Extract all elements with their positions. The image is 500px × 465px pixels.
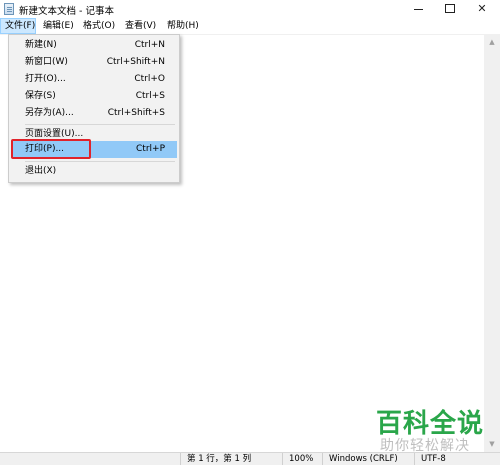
menu-item-label: 另存为(A)... <box>25 108 74 118</box>
menu-item-open[interactable]: 打开(O)... Ctrl+O <box>11 71 177 88</box>
file-dropdown-menu: 新建(N) Ctrl+N 新窗口(W) Ctrl+Shift+N 打开(O)..… <box>8 34 180 183</box>
title-bar: 新建文本文档 - 记事本 ✕ <box>0 0 500 18</box>
zoom-level: 100% <box>282 453 322 465</box>
menu-separator <box>25 161 175 162</box>
watermark-slogan: 助你轻松解决 <box>380 438 470 454</box>
menu-item-label: 退出(X) <box>25 166 57 176</box>
menu-format[interactable]: 格式(O) <box>79 18 119 34</box>
menu-item-label: 打开(O)... <box>25 74 66 84</box>
menu-view[interactable]: 查看(V) <box>121 18 160 34</box>
scroll-up-arrow-icon[interactable]: ▲ <box>484 34 500 50</box>
menu-item-shortcut: Ctrl+Shift+S <box>107 108 165 118</box>
menu-item-label: 新建(N) <box>25 40 57 50</box>
notepad-window: 新建文本文档 - 记事本 ✕ 文件(F) 编辑(E) 格式(O) 查看(V) 帮… <box>0 0 500 465</box>
menu-help[interactable]: 帮助(H) <box>163 18 203 34</box>
cursor-position: 第 1 行，第 1 列 <box>180 453 282 465</box>
minimize-button[interactable] <box>402 0 434 18</box>
menu-item-shortcut: Ctrl+N <box>134 40 165 50</box>
window-title: 新建文本文档 - 记事本 <box>19 6 114 17</box>
menu-bar: 文件(F) 编辑(E) 格式(O) 查看(V) 帮助(H) <box>0 18 500 34</box>
menu-item-label: 新窗口(W) <box>25 57 68 67</box>
menu-item-save[interactable]: 保存(S) Ctrl+S <box>11 88 177 105</box>
menu-item-shortcut: Ctrl+Shift+N <box>106 57 165 67</box>
vertical-scrollbar[interactable]: ▲ ▼ <box>484 34 500 452</box>
maximize-button[interactable] <box>434 0 466 18</box>
close-button[interactable]: ✕ <box>466 0 498 18</box>
menu-separator <box>25 124 175 125</box>
close-icon: ✕ <box>477 2 487 15</box>
menu-item-shortcut: Ctrl+P <box>136 144 165 154</box>
menu-item-new[interactable]: 新建(N) Ctrl+N <box>11 37 177 54</box>
menu-item-shortcut: Ctrl+O <box>134 74 165 84</box>
maximize-icon <box>445 3 455 13</box>
menu-item-shortcut: Ctrl+S <box>135 91 165 101</box>
minimize-icon <box>413 8 423 10</box>
menu-item-exit[interactable]: 退出(X) <box>11 163 177 180</box>
menu-item-new-window[interactable]: 新窗口(W) Ctrl+Shift+N <box>11 54 177 71</box>
menu-item-label: 保存(S) <box>25 91 56 101</box>
notepad-app-icon <box>4 3 14 15</box>
menu-item-save-as[interactable]: 另存为(A)... Ctrl+Shift+S <box>11 105 177 122</box>
menu-file[interactable]: 文件(F) <box>0 18 36 34</box>
menu-edit[interactable]: 编辑(E) <box>39 18 78 34</box>
print-highlight-annotation <box>11 139 91 159</box>
watermark-logo: 百科全说 助你轻松解决 <box>370 403 498 459</box>
